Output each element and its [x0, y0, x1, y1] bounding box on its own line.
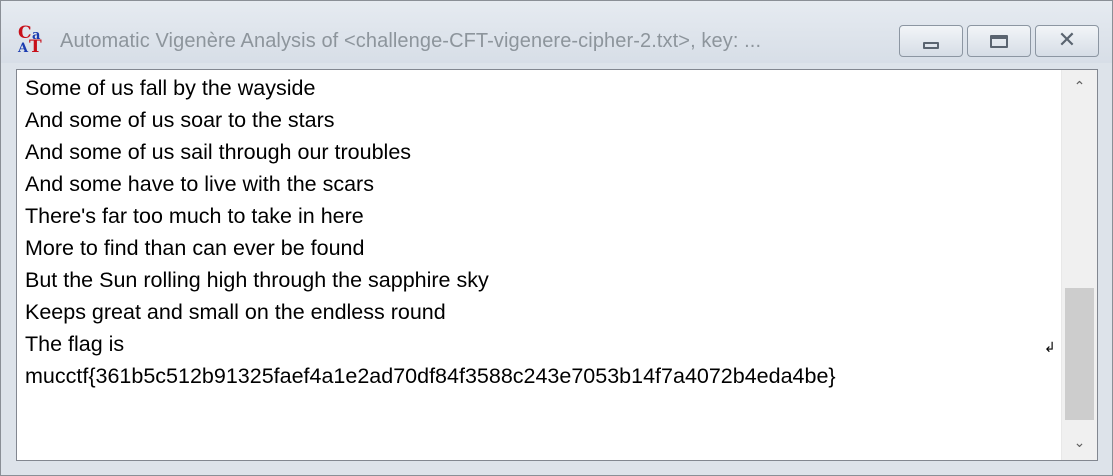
- text-line: And some of us sail through our troubles: [25, 140, 412, 164]
- text-line: And some of us soar to the stars: [25, 108, 335, 132]
- maximize-button[interactable]: [967, 25, 1031, 57]
- scroll-up-button[interactable]: ⌃: [1062, 70, 1097, 104]
- minimize-button[interactable]: [899, 25, 963, 57]
- app-window: C a A T Automatic Vigenère Analysis of <…: [0, 0, 1113, 476]
- text-content-area[interactable]: Some of us fall by the wayside And some …: [17, 70, 1062, 460]
- paragraph-mark-icon: ↲: [1044, 340, 1056, 356]
- window-title: Automatic Vigenère Analysis of <challeng…: [60, 30, 762, 52]
- text-line: The flag is: [25, 332, 125, 356]
- text-view[interactable]: Some of us fall by the wayside And some …: [16, 69, 1098, 461]
- text-line: And some have to live with the scars: [25, 172, 374, 196]
- scrollbar-thumb[interactable]: [1065, 288, 1094, 420]
- text-line: Some of us fall by the wayside: [25, 76, 316, 100]
- text-line: But the Sun rolling high through the sap…: [25, 268, 489, 292]
- scroll-down-button[interactable]: ⌄: [1062, 426, 1097, 460]
- cryptool-app-icon[interactable]: C a A T: [17, 25, 47, 57]
- close-button[interactable]: ✕: [1035, 25, 1099, 57]
- title-bar[interactable]: C a A T Automatic Vigenère Analysis of <…: [1, 1, 1112, 63]
- chevron-up-icon: ⌃: [1073, 79, 1086, 95]
- close-icon: ✕: [1057, 28, 1077, 53]
- chevron-down-icon: ⌄: [1073, 435, 1086, 451]
- text-line: More to find than can ever be found: [25, 236, 365, 260]
- text-line: Keeps great and small on the endless rou…: [25, 300, 446, 324]
- text-line: There's far too much to take in here: [25, 204, 364, 228]
- maximize-icon: [990, 34, 1008, 48]
- minimize-icon: [923, 41, 939, 49]
- vertical-scrollbar[interactable]: ⌃ ⌄: [1061, 70, 1097, 460]
- flag-text-line: mucctf{361b5c512b91325faef4a1e2ad70df84f…: [25, 364, 836, 388]
